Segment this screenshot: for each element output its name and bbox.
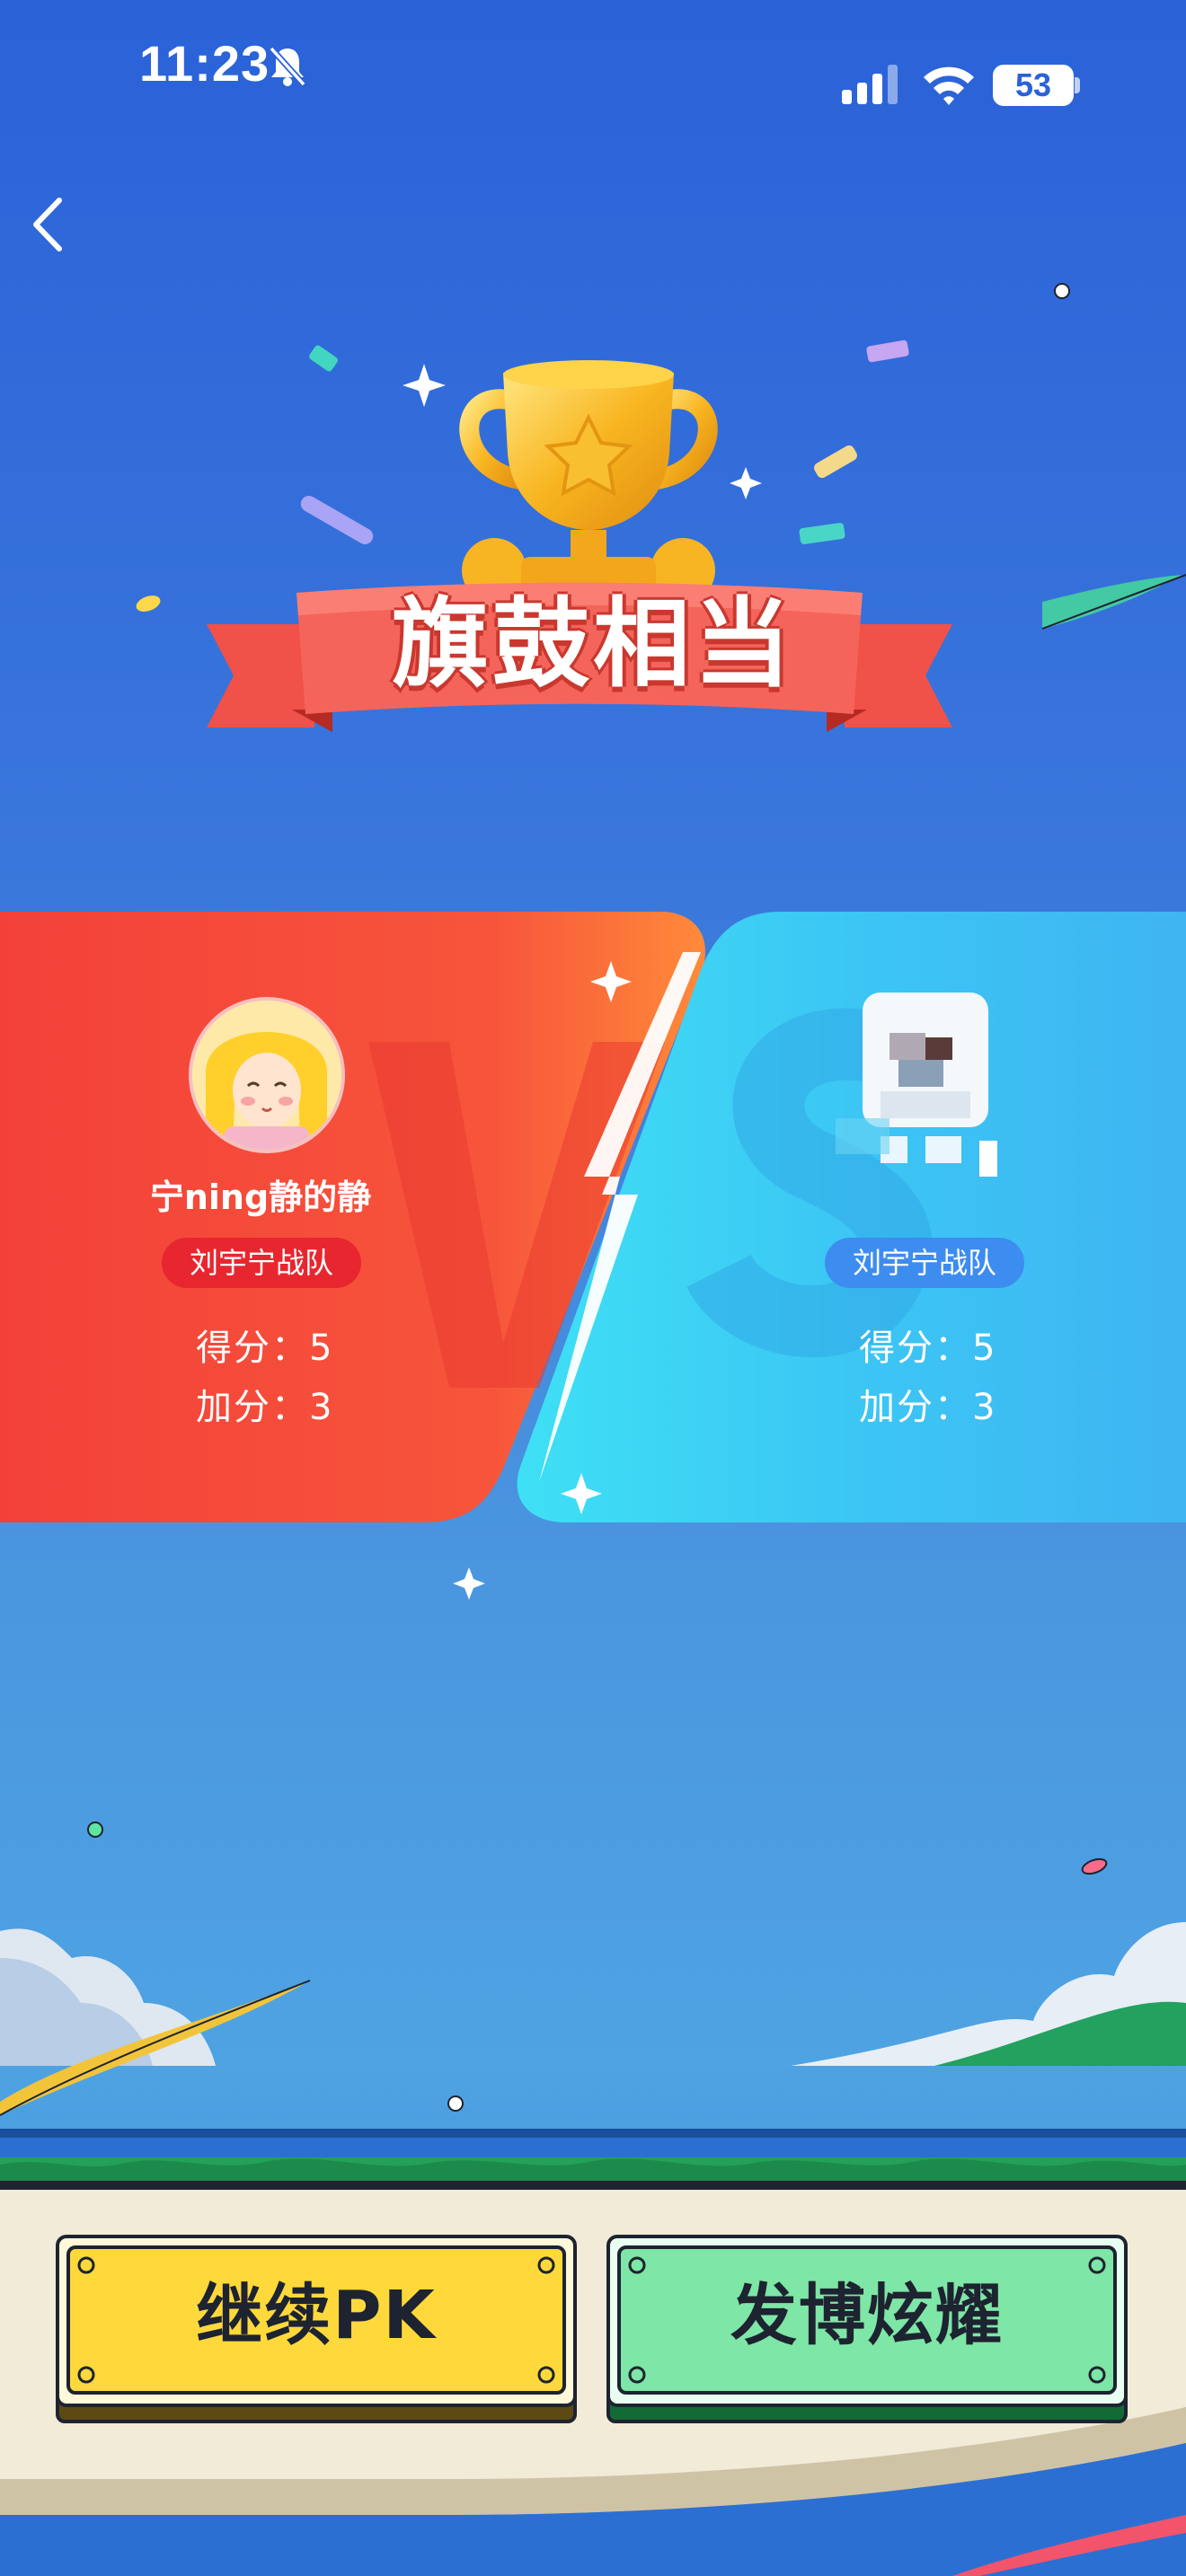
status-time: 11:23 xyxy=(139,35,270,92)
sparkle-decoration xyxy=(87,1567,1108,1875)
right-bonus: 加分：3 xyxy=(859,1378,996,1430)
bonus-value: 3 xyxy=(972,1387,997,1428)
result-title: 旗鼓相当 xyxy=(391,588,794,701)
avatar[interactable] xyxy=(836,984,1015,1199)
left-player-name: 宁ning静的静 xyxy=(149,1178,372,1217)
battery-indicator: 53 xyxy=(993,65,1074,106)
trophy-icon xyxy=(459,360,718,597)
score-label: 得分： xyxy=(859,1328,972,1369)
score-label: 得分： xyxy=(196,1328,309,1369)
score-value: 5 xyxy=(972,1328,997,1369)
wifi-icon xyxy=(924,66,974,105)
left-bonus: 加分：3 xyxy=(196,1378,333,1430)
left-score: 得分：5 xyxy=(196,1319,333,1371)
bonus-label: 加分： xyxy=(859,1387,972,1428)
bonus-label: 加分： xyxy=(196,1387,309,1428)
bonus-value: 3 xyxy=(309,1387,334,1428)
bell-slash-icon xyxy=(269,46,306,87)
continue-pk-button[interactable]: 继续PK xyxy=(56,2235,577,2423)
continue-pk-label: 继续PK xyxy=(196,2277,437,2354)
avatar[interactable] xyxy=(189,997,345,1153)
cellular-signal-icon xyxy=(842,65,898,104)
right-score: 得分：5 xyxy=(859,1319,996,1371)
avatar-image xyxy=(192,1001,341,1150)
chevron-left-icon[interactable] xyxy=(25,193,70,256)
share-weibo-label: 发博炫耀 xyxy=(730,2277,1004,2354)
right-team-badge: 刘宇宁战队 xyxy=(825,1238,1024,1288)
vs-lightning xyxy=(539,952,701,1482)
battery-tip xyxy=(1075,77,1080,93)
left-team-badge: 刘宇宁战队 xyxy=(162,1238,361,1288)
share-weibo-button[interactable]: 发博炫耀 xyxy=(606,2235,1128,2423)
score-value: 5 xyxy=(309,1328,334,1369)
